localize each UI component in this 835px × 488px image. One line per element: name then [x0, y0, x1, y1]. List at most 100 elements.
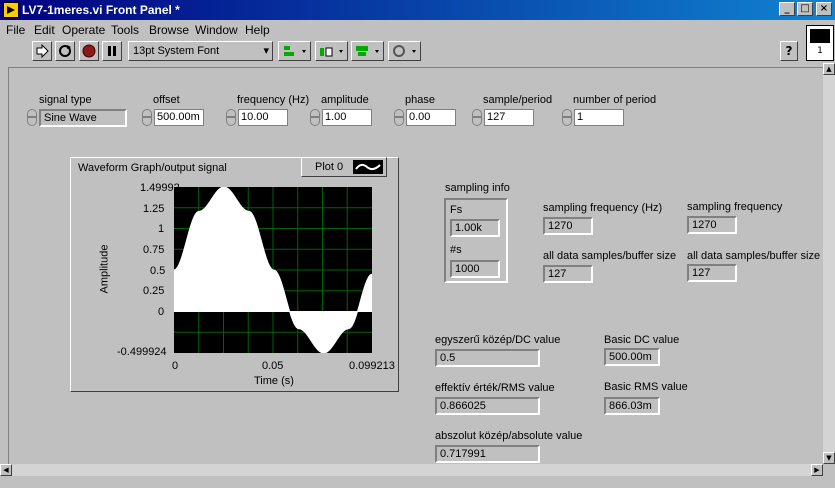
dc-value-indicator: 0.5 [435, 349, 540, 367]
absolute-value-indicator: 0.717991 [435, 445, 540, 463]
graph-title: Waveform Graph/output signal [78, 162, 227, 174]
phase-spinner[interactable] [394, 109, 404, 126]
sampling-frequency-hz-indicator: 1270 [543, 217, 593, 235]
scroll-down-button[interactable]: ▼ [823, 452, 835, 464]
ns-label: #s [450, 244, 462, 256]
menu-tools[interactable]: Tools [111, 23, 139, 37]
y-tick-label: 0 [158, 306, 165, 318]
help-button[interactable]: ? [780, 41, 798, 61]
font-select[interactable]: 13pt System Font ▾ [128, 41, 273, 61]
minimize-button[interactable]: _ [779, 2, 795, 16]
plot-legend[interactable]: Plot 0 [301, 157, 387, 177]
signal-type-ring-spinner[interactable] [27, 109, 37, 126]
maximize-button[interactable]: □ [797, 2, 813, 16]
menu-help[interactable]: Help [245, 23, 270, 37]
sampling-frequency-label: sampling frequency [687, 201, 783, 213]
x-tick-label: 0.05 [262, 360, 284, 372]
signal-type-ring[interactable]: Sine Wave [39, 109, 127, 127]
connector-pane-icon[interactable]: 1 [806, 25, 834, 61]
connector-number: 1 [817, 46, 823, 56]
amplitude-spinner[interactable] [310, 109, 320, 126]
distribute-objects-button[interactable] [315, 41, 348, 61]
close-button[interactable]: × [816, 2, 832, 16]
reorder-icon [392, 45, 416, 57]
sine-wave-icon [355, 163, 381, 171]
menu-operate[interactable]: Operate [62, 23, 105, 37]
number-of-period-input[interactable]: 1 [574, 109, 624, 126]
y-tick-label: 0.75 [143, 244, 165, 256]
distribute-icon [319, 47, 343, 57]
sampling-frequency-indicator: 1270 [687, 216, 737, 234]
offset-input[interactable]: 500.00m [154, 109, 204, 126]
font-select-value: 13pt System Font [133, 45, 220, 57]
menu-edit[interactable]: Edit [34, 23, 55, 37]
menu-browse[interactable]: Browse [149, 23, 189, 37]
frequency-spinner[interactable] [226, 109, 236, 126]
chevron-down-icon: ▾ [263, 45, 269, 57]
y-axis-label-container: Amplitude [98, 241, 118, 301]
phase-input[interactable]: 0.00 [406, 109, 456, 126]
fs-label: Fs [450, 204, 463, 216]
x-tick-label: 0.099213 [349, 360, 395, 372]
scroll-up-button[interactable]: ▲ [823, 63, 835, 75]
window-title: LV7-1meres.vi Front Panel * [22, 3, 180, 17]
y-tick-label: 1.25 [143, 203, 165, 215]
chart-canvas [173, 186, 373, 354]
basic-dc-indicator: 500.00m [604, 348, 660, 366]
pause-button[interactable] [102, 41, 122, 61]
basic-dc-label: Basic DC value [604, 334, 680, 346]
stop-icon [82, 44, 96, 58]
signal-type-label: signal type [39, 94, 92, 106]
plot-legend-label: Plot 0 [315, 161, 344, 173]
rms-value-indicator: 0.866025 [435, 397, 540, 415]
offset-label: offset [153, 94, 180, 106]
all-samples-2-label: all data samples/buffer size [687, 250, 821, 262]
sample-period-input[interactable]: 127 [484, 109, 534, 126]
number-of-period-spinner[interactable] [562, 109, 572, 126]
vertical-scrollbar[interactable]: ▲ ▼ [823, 63, 835, 464]
run-button[interactable] [32, 41, 52, 61]
amplitude-label: amplitude [321, 94, 369, 106]
frequency-input[interactable]: 10.00 [238, 109, 288, 126]
run-continuously-button[interactable] [55, 41, 75, 61]
run-continuously-icon [59, 45, 71, 57]
y-tick-label: 1.49992 [140, 182, 180, 194]
plot-area[interactable] [173, 186, 373, 354]
labview-vi-icon [3, 2, 19, 18]
all-samples-indicator: 127 [543, 265, 593, 283]
align-icon [283, 46, 306, 56]
reorder-button[interactable] [388, 41, 421, 61]
sampling-info-label: sampling info [445, 182, 510, 194]
x-axis-label: Time (s) [254, 375, 294, 387]
y-tick-label: 0.25 [143, 285, 165, 297]
basic-rms-label: Basic RMS value [604, 381, 688, 393]
fs-indicator: 1.00k [450, 219, 500, 237]
menu-file[interactable]: File [6, 23, 25, 37]
scroll-left-button[interactable]: ◀ [0, 464, 12, 476]
y-tick-label: 1 [158, 223, 165, 235]
sample-period-spinner[interactable] [472, 109, 482, 126]
all-samples-2-indicator: 127 [687, 264, 737, 282]
resize-icon [355, 46, 379, 56]
resize-objects-button[interactable] [351, 41, 384, 61]
scroll-right-button[interactable]: ▶ [811, 464, 823, 476]
sample-period-label: sample/period [483, 94, 553, 106]
align-objects-button[interactable] [278, 41, 311, 61]
sampling-frequency-hz-label: sampling frequency (Hz) [543, 202, 663, 214]
vi-icon-image [810, 29, 830, 43]
ns-indicator: 1000 [450, 260, 500, 278]
number-of-period-label: number of period [573, 94, 657, 106]
menu-window[interactable]: Window [195, 23, 238, 37]
run-arrow-icon [36, 43, 49, 59]
y-tick-label: 0.5 [150, 265, 166, 277]
plot-legend-swatch [353, 160, 383, 174]
frequency-label: frequency (Hz) [237, 94, 310, 106]
abort-button[interactable] [79, 41, 99, 61]
x-tick-label: 0 [172, 360, 179, 372]
menu-bar: File Edit Operate Tools Browse Window He… [0, 20, 835, 39]
rms-value-label: effektív érték/RMS value [435, 382, 555, 394]
horizontal-scrollbar[interactable]: ◀ ▶ [0, 464, 823, 476]
title-bar: LV7-1meres.vi Front Panel * _ □ × [0, 0, 835, 20]
offset-spinner[interactable] [142, 109, 152, 126]
amplitude-input[interactable]: 1.00 [322, 109, 372, 126]
